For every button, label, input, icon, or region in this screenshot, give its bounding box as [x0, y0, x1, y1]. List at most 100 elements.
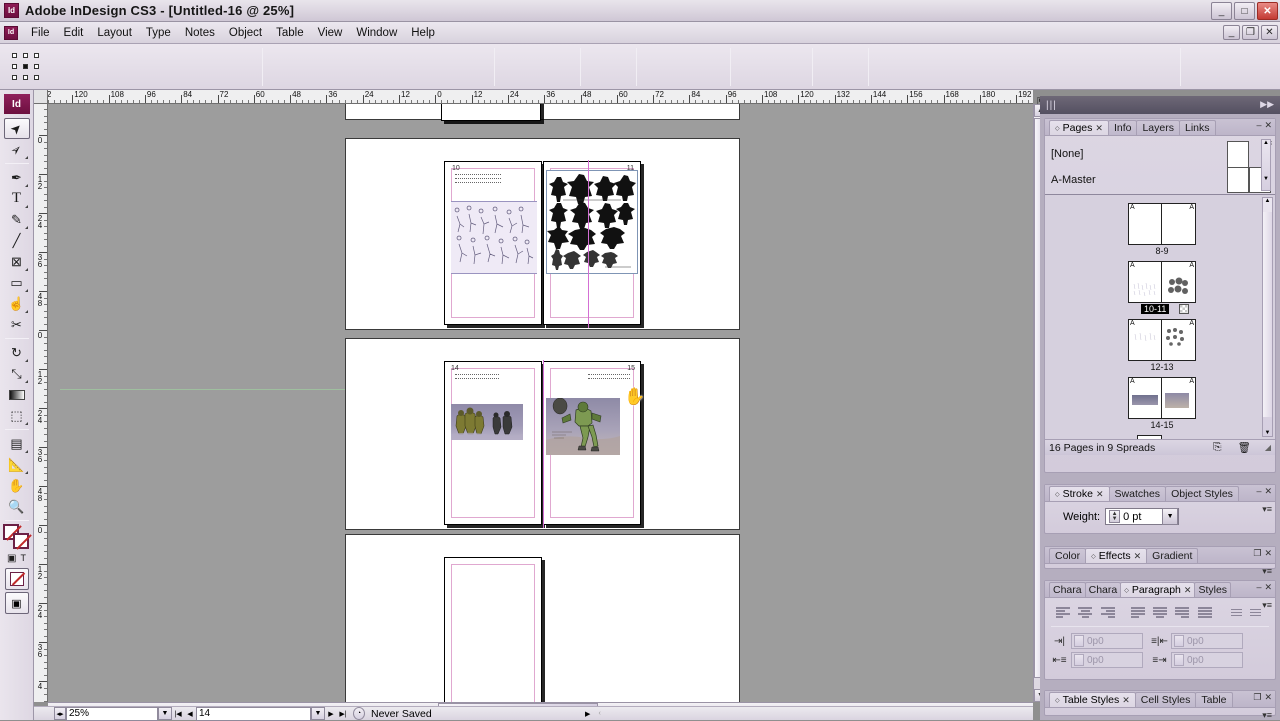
page-number-field[interactable]: 14 [196, 706, 311, 721]
vertical-ruler[interactable]: 801 22 43 64 801 22 43 64 801 22 43 64 [34, 104, 48, 702]
fill-stroke-controls[interactable] [2, 524, 32, 550]
tab-paragraph[interactable]: ◇ Paragraph ✕ [1120, 582, 1196, 597]
page-partial[interactable] [441, 104, 541, 121]
pages-scroll-up-icon[interactable]: ▲ [1263, 198, 1272, 204]
tool-note[interactable]: ▤ [4, 433, 30, 454]
artwork-robot-single[interactable] [546, 398, 620, 455]
page-thumb-10-11[interactable]: A A [1128, 261, 1196, 303]
first-page-button[interactable]: |◀ [172, 707, 184, 720]
menu-help[interactable]: Help [404, 25, 442, 41]
formatting-affects-toggle[interactable]: ▣ T [4, 550, 30, 566]
thumb-page-13[interactable]: A [1162, 319, 1196, 361]
artwork-sketch-characters[interactable] [451, 201, 537, 274]
tab-stroke-close-icon[interactable]: ✕ [1096, 489, 1104, 500]
tab-pages-close-icon[interactable]: ✕ [1095, 123, 1103, 134]
page-thumb-label-10-11[interactable]: 10-11 [1141, 304, 1170, 314]
menu-layout[interactable]: Layout [90, 25, 139, 41]
page-dropdown-arrow[interactable]: ▼ [311, 707, 325, 720]
formatting-text-icon[interactable]: T [20, 553, 26, 563]
menu-view[interactable]: View [311, 25, 350, 41]
menu-edit[interactable]: Edit [57, 25, 91, 41]
artwork-robot-group[interactable] [451, 404, 523, 440]
pages-list[interactable]: A A 8-9 A A 10-11 A A 12-13 A A 14-15 ▲ … [1045, 194, 1275, 439]
menu-type[interactable]: Type [139, 25, 178, 41]
status-collapse-arrow[interactable]: ‹ [594, 707, 606, 720]
pages-close-icon[interactable]: ✕ [1264, 120, 1272, 131]
left-indent-stepper[interactable] [1074, 635, 1084, 647]
preflight-icon[interactable]: ◔ [353, 707, 365, 720]
tool-free-transform[interactable]: ⬚ [4, 405, 30, 426]
tool-pencil[interactable]: ✎ [4, 209, 30, 230]
tab-color[interactable]: Color [1049, 548, 1087, 563]
page-thumb-14-15[interactable]: A A [1128, 377, 1196, 419]
stroke-panel-weight-field[interactable]: ▲ ▼ 0 pt ▼ [1105, 508, 1180, 525]
tab-links[interactable]: Links [1178, 120, 1216, 135]
apply-none-button[interactable] [4, 568, 29, 590]
stroke-close-icon[interactable]: ✕ [1264, 486, 1272, 497]
table-panel-menu-icon[interactable]: ▾≡ [1262, 710, 1272, 721]
doc-restore-button[interactable]: ❐ [1242, 25, 1259, 40]
tool-rectangle[interactable]: ▭ [4, 272, 30, 293]
tool-gradient-swatch[interactable] [4, 384, 30, 405]
menu-notes[interactable]: Notes [178, 25, 222, 41]
page-thumb-8-9[interactable]: A A [1128, 203, 1196, 245]
spread-top-partial[interactable] [345, 104, 740, 121]
left-indent-field[interactable]: 0p0 [1071, 633, 1143, 649]
masters-scroll-up-icon[interactable]: ▲ [1262, 140, 1270, 146]
last-line-indent-stepper[interactable] [1174, 654, 1184, 666]
zoom-field[interactable]: 25% [66, 706, 158, 721]
formatting-container-icon[interactable]: ▣ [7, 553, 16, 564]
resize-grip-icon[interactable]: ◢ [1265, 443, 1271, 452]
spread-12-13[interactable]: 14 15 ✋ [345, 338, 740, 530]
tab-object-styles[interactable]: Object Styles [1165, 486, 1239, 501]
spread-10-11[interactable]: 10 11 [345, 138, 740, 330]
thumb-page-10[interactable]: A [1128, 261, 1162, 303]
thumb-page-8[interactable]: A [1128, 203, 1162, 245]
justify-right-button[interactable] [1172, 605, 1192, 621]
tab-effects[interactable]: ◇ Effects ✕ [1085, 548, 1148, 563]
reference-point-selector[interactable] [12, 53, 40, 81]
tab-stroke[interactable]: ◇ Stroke ✕ [1049, 486, 1110, 501]
thumb-page-9[interactable]: A [1162, 203, 1196, 245]
pages-scroll-down-icon[interactable]: ▼ [1263, 430, 1272, 436]
minimize-button[interactable]: _ [1211, 2, 1232, 20]
thumb-page-14[interactable]: A [1128, 377, 1162, 419]
align-right-button[interactable] [1098, 605, 1118, 621]
tab-layers[interactable]: Layers [1136, 120, 1180, 135]
tool-hand[interactable]: ✋ [4, 475, 30, 496]
tool-gradient-feather[interactable]: ☝ [4, 293, 30, 314]
thumb-page-15[interactable]: A [1162, 377, 1196, 419]
page-15[interactable]: 15 [543, 360, 641, 528]
trash-icon[interactable]: 🗑 [1238, 441, 1251, 454]
tool-direct-selection[interactable]: ➢ [4, 139, 30, 160]
tab-table-styles[interactable]: ◇ Table Styles ✕ [1049, 692, 1136, 707]
tool-measure[interactable]: 📐 [4, 454, 30, 475]
align-away-spine-button[interactable] [1247, 605, 1267, 621]
ruler-guide[interactable] [60, 389, 345, 390]
tool-selection[interactable]: ➤ [3, 118, 30, 139]
tab-info[interactable]: Info [1107, 120, 1138, 135]
thumb-page-11[interactable]: A [1162, 261, 1196, 303]
page-11[interactable]: 11 [543, 160, 641, 328]
tool-line[interactable]: ╱ [4, 230, 30, 251]
stroke-minimize-icon[interactable]: – [1256, 486, 1261, 497]
tab-character[interactable]: Chara [1049, 582, 1086, 597]
horizontal-ruler[interactable]: 1321201089684726048362412012243648607284… [48, 90, 1033, 104]
tab-swatches[interactable]: Swatches [1108, 486, 1167, 501]
collapse-dock-icon[interactable]: ▶▶ [1260, 99, 1274, 110]
tab-effects-close-icon[interactable]: ✕ [1134, 551, 1142, 562]
page-14[interactable]: 14 [444, 361, 542, 525]
menu-window[interactable]: Window [349, 25, 404, 41]
justify-center-button[interactable] [1150, 605, 1170, 621]
first-line-indent-field[interactable]: 0p0 [1071, 652, 1143, 668]
pages-list-scrollbar[interactable]: ▲ ▼ [1262, 197, 1273, 437]
new-page-icon[interactable]: ⎘ [1213, 441, 1221, 454]
tab-character-styles[interactable]: Chara [1084, 582, 1122, 597]
tab-paragraph-styles[interactable]: Styles [1194, 582, 1232, 597]
effects-restore-icon[interactable]: ❐ [1253, 548, 1261, 559]
prev-page-button[interactable]: ◀ [184, 707, 196, 720]
right-indent-stepper[interactable] [1174, 635, 1184, 647]
stroke-swatch-icon[interactable] [12, 533, 32, 550]
next-page-button[interactable]: ▶ [325, 707, 337, 720]
paragraph-close-icon[interactable]: ✕ [1264, 582, 1272, 593]
